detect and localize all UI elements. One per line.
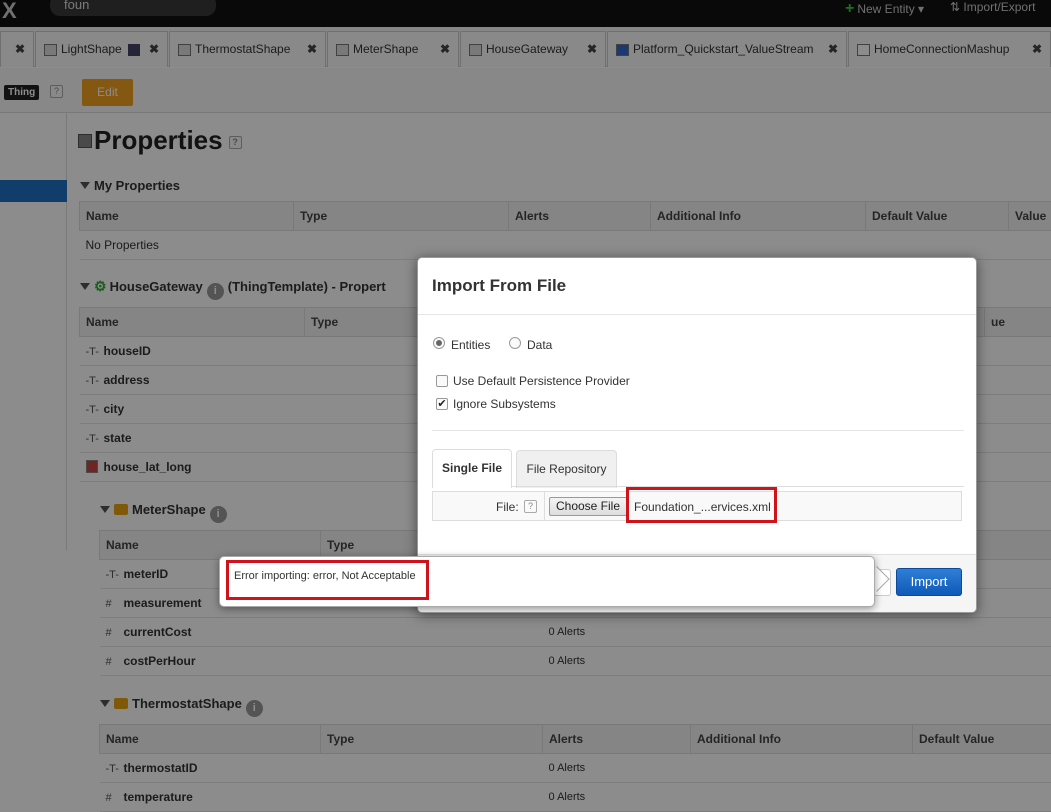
entities-radio-label[interactable]: Entities: [451, 338, 490, 352]
default-persistence-checkbox[interactable]: [436, 375, 448, 387]
ignore-subsystems-label[interactable]: Ignore Subsystems: [453, 397, 556, 411]
dialog-title: Import From File: [432, 276, 567, 295]
divider: [418, 314, 976, 315]
choose-file-button[interactable]: Choose File: [549, 497, 627, 516]
divider: [544, 492, 545, 520]
highlight-box: [226, 560, 429, 600]
divider: [432, 430, 964, 431]
tab-single-file[interactable]: Single File: [432, 449, 512, 488]
data-radio[interactable]: [509, 337, 521, 349]
tab-file-repository[interactable]: File Repository: [516, 450, 617, 488]
default-persistence-label[interactable]: Use Default Persistence Provider: [453, 374, 630, 388]
data-radio-label[interactable]: Data: [527, 338, 552, 352]
import-button[interactable]: Import: [896, 568, 962, 596]
file-label: File:: [496, 500, 519, 514]
ignore-subsystems-checkbox[interactable]: ✔: [436, 398, 448, 410]
help-icon[interactable]: ?: [524, 500, 537, 513]
entities-radio[interactable]: [433, 337, 445, 349]
highlight-box: [626, 487, 777, 523]
